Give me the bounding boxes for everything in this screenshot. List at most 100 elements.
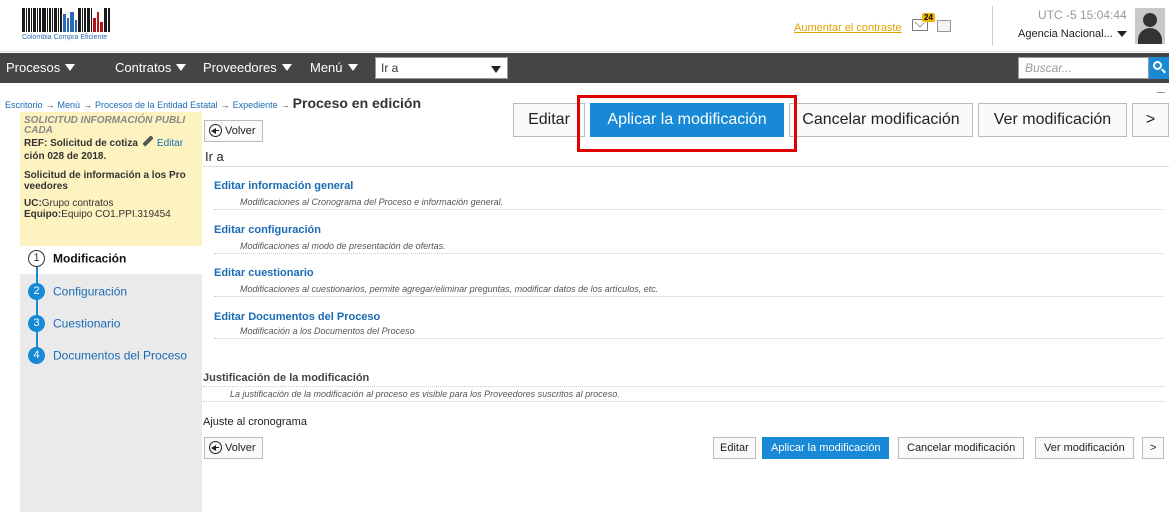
caret-down-icon <box>491 66 501 73</box>
agency-selector[interactable]: Agencia Nacional... <box>1018 28 1127 40</box>
logo-caption: Colombia Compra Eficiente <box>22 34 108 41</box>
edit-configuration-desc: Modificaciones al modo de presentación d… <box>240 241 446 251</box>
search-input[interactable]: Buscar... <box>1018 57 1149 79</box>
steps-connector <box>36 258 38 358</box>
document-icon[interactable] <box>937 20 951 32</box>
uc-value: Grupo contratos <box>41 198 114 209</box>
back-label: Volver <box>225 442 256 454</box>
step-number: 1 <box>28 250 45 267</box>
breadcrumb-expediente[interactable]: Expediente <box>233 100 278 110</box>
step-number: 4 <box>28 347 45 364</box>
back-arrow-icon <box>209 124 222 137</box>
edit-configuration-link[interactable]: Editar configuración <box>214 224 321 236</box>
caret-down-icon <box>347 64 358 71</box>
schedule-adjustment-label: Ajuste al cronograma <box>203 416 307 428</box>
edit-questionnaire-desc: Modificaciones al cuestionarios, permite… <box>240 284 659 294</box>
edit-process-documents-link[interactable]: Editar Documentos del Proceso <box>214 311 380 323</box>
pencil-icon[interactable] <box>142 135 154 147</box>
step-configuracion[interactable]: 2 Configuración <box>28 283 127 301</box>
breadcrumb-arrow-icon: → <box>83 100 93 110</box>
colombia-compra-logo[interactable]: Colombia Compra Eficiente <box>22 8 134 44</box>
utc-clock: UTC -5 15:04:44 <box>1038 8 1127 22</box>
edit-general-info-link[interactable]: Editar información general <box>214 180 353 192</box>
reference-line2: ción 028 de 2018. <box>24 151 107 162</box>
breadcrumb-procesos[interactable]: Procesos de la Entidad Estatal <box>95 100 218 110</box>
breadcrumb-escritorio[interactable]: Escritorio <box>5 100 43 110</box>
breadcrumb-arrow-icon: → <box>280 100 290 110</box>
justification-desc: La justificación de la modificación al p… <box>230 389 620 399</box>
header-divider <box>992 6 993 46</box>
justification-title: Justificación de la modificación <box>203 372 370 384</box>
cancel-modification-button-bottom[interactable]: Cancelar modificación <box>898 437 1025 459</box>
next-button[interactable]: > <box>1132 103 1169 137</box>
step-label: Documentos del Proceso <box>53 348 188 363</box>
divider <box>214 209 1164 210</box>
team-label: Equipo: <box>24 209 62 220</box>
nav-procesos-label: Procesos <box>6 60 61 75</box>
logo-barcode <box>22 8 134 32</box>
edit-general-info-desc: Modificaciones al Cronograma del Proceso… <box>240 197 504 207</box>
nav-proveedores[interactable]: Proveedores <box>203 60 292 75</box>
step-modificacion[interactable]: 1 Modificación <box>28 250 126 268</box>
cancel-modification-button[interactable]: Cancelar modificación <box>789 103 973 137</box>
divider <box>203 401 1165 402</box>
edit-process-documents-desc: Modificación a los Documentos del Proces… <box>240 326 415 336</box>
nav-procesos[interactable]: Procesos <box>6 60 76 75</box>
caret-down-icon <box>176 64 187 71</box>
apply-modification-button[interactable]: Aplicar la modificación <box>590 103 784 137</box>
breadcrumb-menu[interactable]: Menú <box>58 100 81 110</box>
nav-contratos-label: Contratos <box>115 60 172 75</box>
user-avatar[interactable] <box>1135 8 1165 44</box>
view-modification-button[interactable]: Ver modificación <box>978 103 1127 137</box>
increase-contrast-link[interactable]: Aumentar el contraste <box>794 22 902 34</box>
process-status-line2: CADA <box>24 125 53 136</box>
breadcrumb-arrow-icon: → <box>220 100 230 110</box>
step-number: 3 <box>28 315 45 332</box>
process-description-line1: Solicitud de información a los Pro <box>24 170 186 181</box>
reference-line1: REF: Solicitud de cotiza <box>24 138 138 149</box>
nav-menu[interactable]: Menú <box>310 60 358 75</box>
uc-label: UC: <box>24 198 42 209</box>
breadcrumb-arrow-icon: → <box>45 100 55 110</box>
search-icon-handle <box>1161 68 1166 74</box>
back-button-bottom[interactable]: Volver <box>204 437 263 459</box>
section-goto-heading: Ir a <box>203 149 1169 167</box>
process-description-line2: veedores <box>24 181 68 192</box>
avatar-body <box>1138 28 1162 44</box>
nav-proveedores-label: Proveedores <box>203 60 277 75</box>
message-count-badge: 24 <box>922 13 935 22</box>
caret-down-icon <box>281 64 292 71</box>
avatar-head <box>1143 13 1157 27</box>
edit-button[interactable]: Editar <box>513 103 585 137</box>
caret-down-icon <box>1116 31 1127 38</box>
back-label: Volver <box>225 125 256 137</box>
divider <box>214 253 1164 254</box>
edit-reference-link[interactable]: Editar <box>157 138 183 149</box>
back-arrow-icon <box>209 441 222 454</box>
goto-select-value: Ir a <box>381 61 399 75</box>
team-value: Equipo CO1.PPI.319454 <box>61 209 171 220</box>
search-button[interactable] <box>1149 57 1169 79</box>
nav-contratos[interactable]: Contratos <box>115 60 187 75</box>
step-number: 2 <box>28 283 45 300</box>
step-label: Configuración <box>53 284 128 299</box>
page-title: Proceso en edición <box>292 95 422 111</box>
step-documentos[interactable]: 4 Documentos del Proceso <box>28 347 187 365</box>
view-modification-button-bottom[interactable]: Ver modificación <box>1035 437 1134 459</box>
divider <box>214 338 1164 339</box>
edit-button-bottom[interactable]: Editar <box>713 437 756 459</box>
divider <box>203 386 1165 387</box>
edit-questionnaire-link[interactable]: Editar cuestionario <box>214 267 314 279</box>
step-label: Modificación <box>53 251 127 266</box>
divider <box>214 296 1164 297</box>
step-cuestionario[interactable]: 3 Cuestionario <box>28 315 120 333</box>
apply-modification-button-bottom[interactable]: Aplicar la modificación <box>762 437 890 459</box>
back-button[interactable]: Volver <box>204 120 263 142</box>
team: Equipo:Equipo CO1.PPI.319454 <box>24 209 198 220</box>
caret-down-icon <box>65 64 76 71</box>
next-button-bottom[interactable]: > <box>1142 437 1165 459</box>
goto-select[interactable]: Ir a <box>375 57 508 79</box>
process-reference: REF: Solicitud de cotiza Editar <box>24 135 198 149</box>
breadcrumb: Escritorio → Menú → Procesos de la Entidad E… <box>5 95 421 111</box>
main-navbar: Procesos Contratos Proveedores Menú <box>0 53 1169 83</box>
